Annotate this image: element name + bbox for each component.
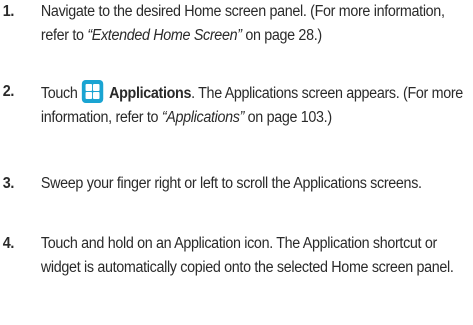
- cross-reference: “Extended Home Screen”: [87, 26, 242, 44]
- manual-page: 1. Navigate to the desired Home screen p…: [0, 0, 473, 325]
- page-reference: on page 28.): [241, 26, 322, 44]
- step-4: 4. Touch and hold on an Application icon…: [0, 232, 454, 279]
- step-text: Sweep your finger right or left to scrol…: [40, 175, 422, 192]
- step-2: 2. Touch Applications. The Applications s…: [0, 80, 463, 129]
- applications-icon: [82, 80, 104, 103]
- step-number: 1.: [2, 3, 15, 20]
- cross-reference: “Applications”: [161, 108, 245, 126]
- step-number: 4.: [2, 235, 15, 252]
- applications-label: Applications: [109, 85, 192, 102]
- step-3: 3. Sweep your finger right or left to sc…: [0, 172, 440, 196]
- step-text: Touch Applications. The Applications scre…: [41, 80, 467, 129]
- step-1: 1. Navigate to the desired Home screen p…: [0, 0, 445, 47]
- step-text: Touch and hold on an Application icon. T…: [40, 235, 454, 276]
- step-text: Navigate to the desired Home screen pane…: [41, 0, 467, 47]
- step-body-text: Touch: [40, 85, 78, 102]
- step-number: 2.: [2, 83, 15, 100]
- page-reference: on page 103.): [244, 108, 332, 126]
- step-number: 3.: [2, 175, 15, 192]
